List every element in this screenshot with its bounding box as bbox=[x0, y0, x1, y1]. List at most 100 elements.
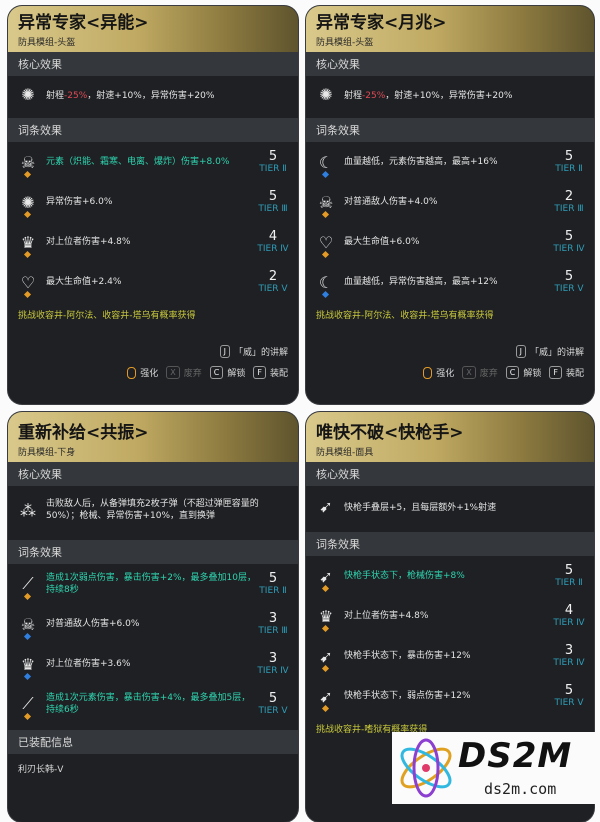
core-effect-text: 快枪手叠层+5，且每层额外+1%射速 bbox=[344, 502, 497, 513]
entry-row[interactable]: ➹ 快枪手状态下，暴击伤害+12% 3 TIER Ⅳ bbox=[306, 636, 594, 676]
key-x: X bbox=[462, 366, 476, 379]
unlock-button[interactable]: 解锁 bbox=[523, 366, 541, 379]
entry-row[interactable]: ⟋ 造成1次元素伤害，暴击伤害+4%，最多叠加5层，持续6秒 5 TIER Ⅴ bbox=[8, 684, 298, 724]
unlock-button[interactable]: 解锁 bbox=[227, 366, 245, 379]
entries-header: 词条效果 bbox=[8, 118, 298, 142]
crown-icon: ♛ bbox=[18, 654, 38, 681]
entry-row[interactable]: ♡ 最大生命值+6.0% 5 TIER Ⅳ bbox=[306, 222, 594, 262]
explain-link[interactable]: 「威」的讲解 bbox=[530, 345, 584, 358]
card-title: 异常专家<月兆> bbox=[316, 13, 447, 33]
card-header: 异常专家<月兆> 防具模组-头盔 bbox=[306, 6, 594, 52]
entry-row[interactable]: ⟋ 造成1次弱点伤害，暴击伤害+2%，最多叠加10层，持续8秒 5 TIER Ⅱ bbox=[8, 564, 298, 604]
tier-badge: 2 TIER Ⅴ bbox=[258, 268, 288, 294]
entry-row[interactable]: ✺ 异常伤害+6.0% 5 TIER Ⅲ bbox=[8, 182, 298, 222]
key-j[interactable]: J bbox=[219, 345, 230, 358]
equipped-info: 利刃长韩-V bbox=[18, 765, 64, 775]
tier-badge: 5 TIER Ⅱ bbox=[259, 570, 287, 596]
entry-row[interactable]: ☠ 对普通敌人伤害+6.0% 3 TIER Ⅲ bbox=[8, 604, 298, 644]
entry-row[interactable]: ➹ 快枪手状态下，弱点伤害+12% 5 TIER Ⅴ bbox=[306, 676, 594, 716]
mod-card-1[interactable]: 异常专家<异能> 防具模组-头盔 核心效果 ✺ 射程-25%，射速+10%，异常… bbox=[8, 6, 298, 404]
swirl-icon: ✺ bbox=[18, 192, 38, 219]
action-bar: 强化 X 废弃 C 解锁 F 装配 bbox=[306, 362, 594, 383]
tier-badge: 2 TIER Ⅲ bbox=[554, 188, 584, 214]
tier-badge: 5 TIER Ⅴ bbox=[258, 690, 288, 716]
key-c: C bbox=[505, 366, 520, 379]
core-effect-text: 击败敌人后，从备弹填充2枚子弹（不超过弹匣容量的50%）；枪械、异常伤害+10%… bbox=[46, 499, 259, 521]
entries-header: 词条效果 bbox=[306, 118, 594, 142]
action-bar: 强化 X 废弃 C 解锁 F 装配 bbox=[8, 362, 298, 383]
entry-row[interactable]: ➹ 快枪手状态下，枪械伤害+8% 5 TIER Ⅱ bbox=[306, 556, 594, 596]
enhance-button[interactable]: 强化 bbox=[436, 366, 454, 379]
entries-header: 词条效果 bbox=[8, 540, 298, 564]
entry-row[interactable]: ♛ 对上位者伤害+3.6% 3 TIER Ⅳ bbox=[8, 644, 298, 684]
crown-icon: ♛ bbox=[316, 606, 336, 633]
slash-icon: ⟋ bbox=[18, 694, 38, 721]
challenge-source: 挑战收容井-阿尔法、收容井-塔乌有概率获得 bbox=[316, 311, 494, 321]
bullets-icon: ⁂ bbox=[20, 500, 36, 520]
skull-icon: ☠ bbox=[316, 192, 336, 219]
tier-badge: 5 TIER Ⅴ bbox=[554, 268, 584, 294]
mod-card-3[interactable]: 重新补给<共振> 防具模组-下身 核心效果 ⁂ 击败敌人后，从备弹填充2枚子弹（… bbox=[8, 412, 298, 822]
card-title: 重新补给<共振> bbox=[18, 423, 149, 443]
card-subtitle: 防具模组-面具 bbox=[316, 448, 374, 458]
key-f: F bbox=[253, 366, 266, 379]
tier-badge: 4 TIER Ⅳ bbox=[553, 602, 585, 628]
entry-row[interactable]: ☠ 元素（炽能、霜寒、电离、爆炸）伤害+8.0% 5 TIER Ⅱ bbox=[8, 142, 298, 182]
equip-button[interactable]: 装配 bbox=[270, 366, 288, 379]
mod-card-2[interactable]: 异常专家<月兆> 防具模组-头盔 核心效果 ✺ 射程-25%，射速+10%，异常… bbox=[306, 6, 594, 404]
heart-icon: ♡ bbox=[316, 232, 336, 259]
entry-row[interactable]: ☠ 对普通敌人伤害+4.0% 2 TIER Ⅲ bbox=[306, 182, 594, 222]
card-title: 唯快不破<快枪手> bbox=[316, 423, 464, 443]
explain-row[interactable]: J 「威」的讲解 bbox=[8, 341, 298, 362]
tier-badge: 3 TIER Ⅳ bbox=[553, 642, 585, 668]
core-effect: ⁂ 击败敌人后，从备弹填充2枚子弹（不超过弹匣容量的50%）；枪械、异常伤害+1… bbox=[8, 486, 298, 534]
entry-row[interactable]: ☾ 血量越低，异常伤害越高，最高+12% 5 TIER Ⅴ bbox=[306, 262, 594, 302]
bullet-icon: ➹ bbox=[316, 686, 336, 713]
key-x: X bbox=[166, 366, 180, 379]
skull-icon: ☠ bbox=[18, 614, 38, 641]
core-effect: ✺ 射程-25%，射速+10%，异常伤害+20% bbox=[306, 76, 594, 112]
core-effect-header: 核心效果 bbox=[8, 52, 298, 76]
core-effect-text: 射程-25%，射速+10%，异常伤害+20% bbox=[46, 90, 215, 101]
moon-icon: ☾ bbox=[316, 152, 336, 179]
crown-icon: ♛ bbox=[18, 232, 38, 259]
entry-row[interactable]: ♛ 对上位者伤害+4.8% 4 TIER Ⅳ bbox=[306, 596, 594, 636]
mouse-icon bbox=[127, 366, 137, 379]
tier-badge: 4 TIER Ⅳ bbox=[257, 228, 289, 254]
swirl-icon: ✺ bbox=[21, 84, 35, 104]
key-j[interactable]: J bbox=[515, 345, 526, 358]
challenge-source: 挑战收容井-阿尔法、收容井-塔乌有概率获得 bbox=[18, 311, 196, 321]
card-subtitle: 防具模组-头盔 bbox=[316, 38, 374, 48]
card-header: 异常专家<异能> 防具模组-头盔 bbox=[8, 6, 298, 52]
tier-badge: 3 TIER Ⅳ bbox=[257, 650, 289, 676]
equipped-header: 已装配信息 bbox=[8, 730, 298, 754]
tier-badge: 5 TIER Ⅱ bbox=[555, 562, 583, 588]
discard-button[interactable]: 废弃 bbox=[184, 366, 202, 379]
enhance-button[interactable]: 强化 bbox=[140, 366, 158, 379]
tier-badge: 5 TIER Ⅱ bbox=[259, 148, 287, 174]
entry-row[interactable]: ♛ 对上位者伤害+4.8% 4 TIER Ⅳ bbox=[8, 222, 298, 262]
skull-icon: ☠ bbox=[18, 152, 38, 179]
explain-row[interactable]: J 「威」的讲解 bbox=[306, 341, 594, 362]
core-effect-header: 核心效果 bbox=[306, 462, 594, 486]
watermark-url: ds2m.com bbox=[484, 780, 557, 798]
swirl-icon: ✺ bbox=[319, 84, 333, 104]
watermark-text: DS2M bbox=[458, 736, 573, 776]
tier-badge: 3 TIER Ⅲ bbox=[258, 610, 288, 636]
card-title: 异常专家<异能> bbox=[18, 13, 149, 33]
tier-badge: 5 TIER Ⅴ bbox=[554, 682, 584, 708]
discard-button[interactable]: 废弃 bbox=[480, 366, 498, 379]
mouse-icon bbox=[423, 366, 433, 379]
explain-link[interactable]: 「威」的讲解 bbox=[234, 345, 288, 358]
entry-row[interactable]: ♡ 最大生命值+2.4% 2 TIER Ⅴ bbox=[8, 262, 298, 302]
bullet-icon: ➹ bbox=[319, 496, 333, 516]
entry-row[interactable]: ☾ 血量越低，元素伤害越高，最高+16% 5 TIER Ⅱ bbox=[306, 142, 594, 182]
tier-badge: 5 TIER Ⅲ bbox=[258, 188, 288, 214]
card-header: 重新补给<共振> 防具模组-下身 bbox=[8, 412, 298, 462]
core-effect-header: 核心效果 bbox=[8, 462, 298, 486]
equip-button[interactable]: 装配 bbox=[566, 366, 584, 379]
tier-badge: 5 TIER Ⅱ bbox=[555, 148, 583, 174]
key-c: C bbox=[209, 366, 224, 379]
core-effect-text: 射程-25%，射速+10%，异常伤害+20% bbox=[344, 90, 513, 101]
tier-badge: 5 TIER Ⅳ bbox=[553, 228, 585, 254]
